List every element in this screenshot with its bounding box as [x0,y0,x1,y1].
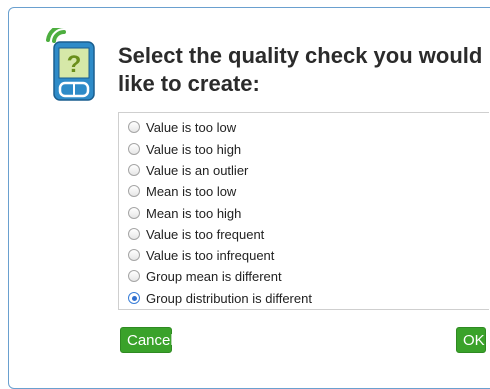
option-group-distribution-different[interactable]: Group distribution is different [128,287,312,309]
option-label: Value is too low [146,119,237,135]
radio-button[interactable] [128,143,140,155]
radio-button[interactable] [128,270,140,282]
radio-button[interactable] [128,185,140,197]
option-label: Value is too high [146,141,242,157]
radio-button[interactable] [128,164,140,176]
ok-button[interactable]: OK [456,327,486,353]
option-mean-too-low[interactable]: Mean is too low [128,180,236,202]
option-group-mean-different[interactable]: Group mean is different [128,265,282,287]
radio-button[interactable] [128,207,140,219]
option-value-too-infrequent[interactable]: Value is too infrequent [128,244,274,266]
option-label: Mean is too low [146,183,237,199]
option-label: Group mean is different [146,268,282,284]
option-label: Group distribution is different [146,290,312,306]
option-label: Mean is too high [146,205,242,221]
option-value-too-low[interactable]: Value is too low [128,116,236,138]
option-label: Value is an outlier [146,162,249,178]
radio-button[interactable] [128,121,140,133]
dialog-title: Select the quality check you would like … [118,43,483,96]
cancel-button[interactable]: Cancel [120,327,174,353]
radio-button[interactable] [128,228,140,240]
radio-button[interactable] [128,249,140,261]
option-value-outlier[interactable]: Value is an outlier [128,159,248,181]
option-value-too-frequent[interactable]: Value is too frequent [128,223,264,245]
option-label: Value is too frequent [146,226,265,242]
option-value-too-high[interactable]: Value is too high [128,138,241,160]
option-label: Value is too infrequent [146,247,275,263]
svg-text:?: ? [67,51,82,78]
radio-button-selected[interactable] [128,292,140,304]
option-mean-too-high[interactable]: Mean is too high [128,202,241,224]
phone-question-icon: ? [46,28,95,101]
quality-check-options: Value is too low Value is too high Value… [118,112,489,310]
